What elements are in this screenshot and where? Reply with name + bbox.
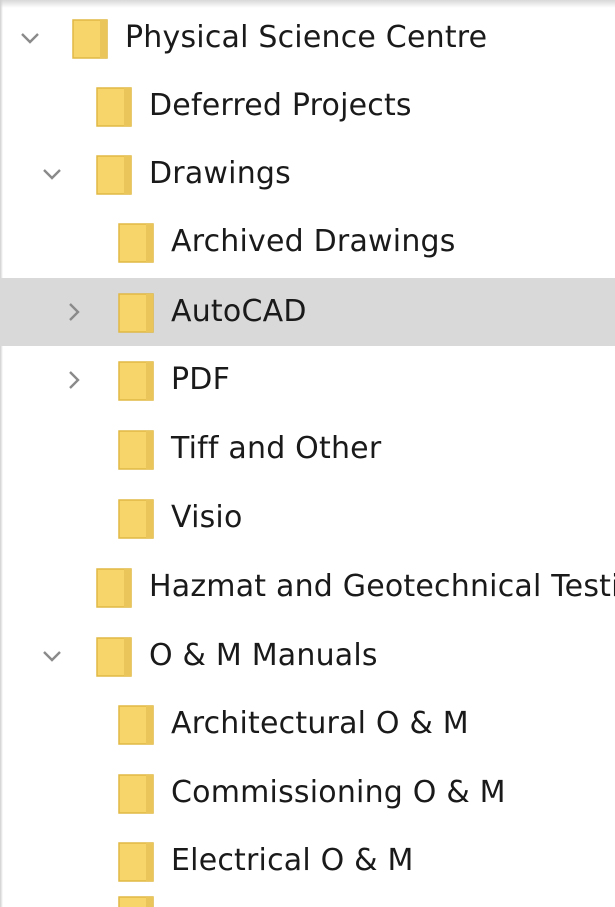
chevron-down-icon[interactable]: [18, 26, 42, 50]
tree-item-drawings[interactable]: Drawings: [0, 140, 615, 208]
chevron-right-icon[interactable]: [62, 300, 86, 324]
folder-icon: [116, 358, 156, 402]
tree-item-label: Electrical O & M: [171, 843, 414, 878]
tree-item-label: Physical Science Centre: [125, 20, 488, 55]
folder-icon: [94, 84, 134, 128]
tree-item-label: Commissioning O & M: [171, 775, 506, 810]
tree-item-label: AutoCAD: [171, 294, 307, 329]
tree-item-label: Drawings: [149, 156, 291, 191]
chevron-right-icon[interactable]: [62, 368, 86, 392]
tree-item-o-and-m-manuals[interactable]: O & M Manuals: [0, 622, 615, 690]
tree-item-label: Architectural O & M: [171, 706, 469, 741]
navigation-tree: Physical Science Centre Deferred Project…: [0, 0, 615, 907]
tree-item-commissioning-o-and-m[interactable]: Commissioning O & M: [0, 759, 615, 827]
folder-icon: [116, 290, 156, 334]
tree-item-deferred-projects[interactable]: Deferred Projects: [0, 72, 615, 140]
folder-icon: [116, 496, 156, 540]
tree-item-archived-drawings[interactable]: Archived Drawings: [0, 208, 615, 276]
tree-item-label: O & M Manuals: [149, 638, 378, 673]
folder-icon: [116, 893, 156, 907]
tree-item-label: PDF: [171, 362, 231, 397]
tree-item-partial[interactable]: [0, 887, 615, 907]
folder-icon: [94, 152, 134, 196]
tree-item-label: Hazmat and Geotechnical Testi: [149, 569, 615, 604]
chevron-down-icon[interactable]: [40, 162, 64, 186]
folder-icon: [116, 427, 156, 471]
tree-item-pdf[interactable]: PDF: [0, 346, 615, 414]
tree-item-label: Archived Drawings: [171, 224, 456, 259]
folder-icon: [116, 839, 156, 883]
tree-item-tiff-and-other[interactable]: Tiff and Other: [0, 415, 615, 483]
folder-icon: [116, 220, 156, 264]
folder-icon: [94, 565, 134, 609]
chevron-down-icon[interactable]: [40, 644, 64, 668]
tree-item-visio[interactable]: Visio: [0, 484, 615, 552]
folder-icon: [70, 16, 110, 60]
folder-icon: [94, 634, 134, 678]
tree-item-architectural-o-and-m[interactable]: Architectural O & M: [0, 690, 615, 758]
tree-item-label: Tiff and Other: [171, 431, 382, 466]
tree-item-label: Visio: [171, 500, 243, 535]
tree-item-physical-science-centre[interactable]: Physical Science Centre: [0, 4, 615, 72]
tree-item-electrical-o-and-m[interactable]: Electrical O & M: [0, 827, 615, 895]
tree-item-hazmat-and-geotechnical-testing[interactable]: Hazmat and Geotechnical Testi: [0, 553, 615, 621]
tree-item-autocad[interactable]: AutoCAD: [0, 278, 615, 346]
folder-icon: [116, 702, 156, 746]
folder-icon: [116, 771, 156, 815]
tree-item-label: Deferred Projects: [149, 88, 412, 123]
